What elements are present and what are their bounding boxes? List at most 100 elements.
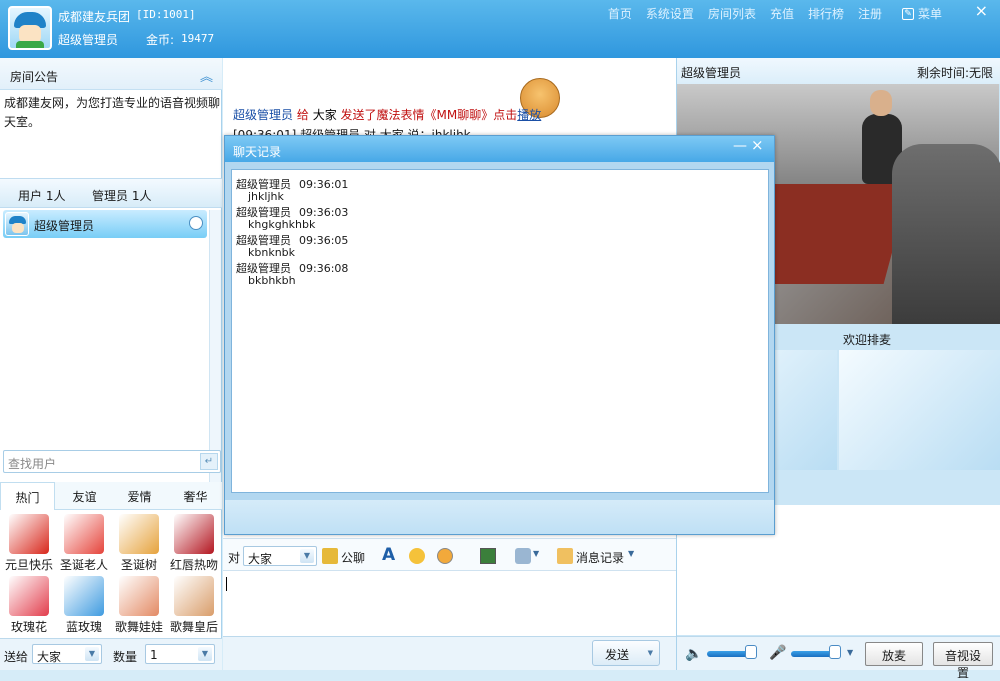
mic-queue-title: 欢迎排麦 (843, 333, 892, 347)
tab-users[interactable]: 用户 1人 (18, 187, 65, 204)
chevron-down-icon: ▼ (647, 649, 653, 657)
chevron-down-icon: ▼ (198, 647, 212, 661)
avatar (5, 212, 29, 236)
camera-icon (189, 216, 203, 230)
font-icon[interactable]: A (382, 545, 398, 565)
send-label: 发送 (605, 648, 630, 662)
close-dialog-button[interactable]: × (751, 136, 764, 154)
mic-queue-panel[interactable] (839, 350, 1000, 470)
to-label: 对 (228, 551, 241, 565)
tab-admins[interactable]: 管理员 1人 (92, 187, 151, 204)
send-bar: 发送 ▼ (223, 636, 676, 670)
record-message: bkbhkbh (248, 274, 296, 287)
dialog-title: 聊天记录 (233, 145, 282, 159)
dialog-footer (225, 500, 774, 534)
record-message: khgkghkhbk (248, 218, 316, 231)
chat-sender[interactable]: 超级管理员 (233, 108, 293, 122)
dialog-titlebar[interactable]: 聊天记录 — × (225, 136, 774, 162)
close-window-button[interactable]: × (975, 1, 988, 20)
gift-item[interactable]: 红唇热吻 (167, 514, 221, 573)
room-logo (8, 6, 52, 50)
gift-label: 元旦快乐 (4, 558, 53, 572)
quantity-select[interactable]: 1 ▼ (145, 644, 215, 664)
send-button[interactable]: 发送 ▼ (592, 640, 660, 666)
search-enter-icon[interactable]: ↵ (200, 453, 218, 470)
quick-reply-icon[interactable] (515, 548, 531, 564)
send-to-select[interactable]: 大家 ▼ (32, 644, 102, 664)
mic-knob[interactable] (829, 645, 841, 659)
gift-item[interactable]: 歌舞皇后 (167, 576, 221, 635)
gift-label: 歌舞娃娃 (114, 620, 163, 634)
gift-item[interactable]: 元旦快乐 (2, 514, 56, 573)
nav-home[interactable]: 首页 (608, 5, 632, 22)
gift-icon (9, 514, 49, 554)
gift-label: 玫瑰花 (10, 620, 47, 634)
history-list[interactable]: 超级管理员 09:36:01 jhkljhk 超级管理员 09:36:03 khgkghk… (231, 169, 769, 493)
gift-icon (119, 576, 159, 616)
tab-love[interactable]: 爱情 (112, 488, 167, 505)
chevron-down-icon[interactable]: ▼ (847, 648, 853, 657)
minimize-button[interactable]: — (733, 138, 747, 154)
speaker-icon[interactable]: 🔈 (685, 646, 702, 662)
chat-toolbar: 对 大家 ▼ 公聊 A ▼ 消息记录 ▼ (223, 538, 676, 571)
chevron-down-icon[interactable]: ▼ (628, 549, 634, 558)
search-user-field[interactable]: 查找用户 ↵ (3, 450, 221, 473)
public-chat-toggle[interactable]: 公聊 (341, 549, 365, 566)
group-name: 成都建友兵团 (58, 10, 131, 24)
nav-system-settings[interactable]: 系统设置 (646, 5, 694, 22)
left-panel: 房间公告 ︽ 成都建友网，为您打造专业的语音视频聊天室。 用户 1人 管理员 1… (0, 58, 222, 670)
microphone-icon[interactable]: 🎤 (769, 645, 786, 661)
send-to-label: 送给 (4, 650, 29, 664)
coins-value: 19477 (181, 32, 215, 45)
volume-knob[interactable] (745, 645, 757, 659)
coins-label: 金币: (146, 33, 175, 47)
menu-button[interactable]: ✎ 菜单 (901, 5, 942, 22)
quantity-label: 数量 (113, 650, 138, 664)
gift-item[interactable]: 圣诞树 (112, 514, 166, 573)
gift-item[interactable]: 蓝玫瑰 (57, 576, 111, 635)
gift-label: 圣诞树 (120, 558, 157, 572)
nav-register[interactable]: 注册 (858, 5, 882, 22)
play-link[interactable]: 播放 (517, 108, 541, 122)
gift-icon (9, 576, 49, 616)
gift-send-bar: 送给 大家 ▼ 数量 1 ▼ (0, 638, 222, 670)
gift-item[interactable]: 玫瑰花 (2, 576, 56, 635)
smiley-icon[interactable] (409, 548, 425, 564)
lock-icon[interactable] (322, 548, 338, 564)
tab-friendship[interactable]: 友谊 (57, 488, 112, 505)
message-input[interactable] (223, 572, 676, 636)
message-record-icon[interactable] (557, 548, 573, 564)
user-name: 超级管理员 (34, 219, 95, 233)
collapse-up-icon[interactable]: ︽ (200, 66, 213, 85)
user-list-item[interactable]: 超级管理员 (3, 210, 207, 238)
text-caret (226, 577, 227, 591)
chat-to-word: 给 (296, 108, 309, 122)
magic-emoji-button-icon[interactable] (437, 548, 453, 564)
release-mic-button[interactable]: 放麦 (865, 642, 923, 666)
notice-title: 房间公告 (10, 70, 59, 84)
tab-hot[interactable]: 热门 (0, 482, 55, 510)
message-record-button[interactable]: 消息记录 (576, 549, 624, 566)
gift-icon (64, 514, 104, 554)
gift-tabs: 热门 友谊 爱情 奢华 (0, 482, 222, 510)
chevron-down-icon[interactable]: ▼ (533, 549, 539, 558)
chat-history-dialog: 聊天记录 — × 超级管理员 09:36:01 jhkljhk 超级管理员 09:36:… (224, 135, 775, 535)
chat-target-select[interactable]: 大家 ▼ (243, 546, 317, 566)
search-placeholder: 查找用户 (8, 457, 57, 471)
chat-action: 发送了魔法表情《MM聊聊》点击 (340, 108, 518, 122)
record-time: 09:36:08 (299, 262, 349, 275)
record-time: 09:36:05 (299, 234, 349, 247)
av-settings-button[interactable]: 音视设置 (933, 642, 993, 680)
gift-item[interactable]: 圣诞老人 (57, 514, 111, 573)
image-icon[interactable] (480, 548, 496, 564)
room-id: [ID:1001] (136, 8, 196, 21)
nav-ranking[interactable]: 排行榜 (808, 5, 844, 22)
menu-label: 菜单 (917, 7, 942, 21)
user-role: 超级管理员 (58, 33, 119, 47)
gift-icon (174, 576, 214, 616)
tab-luxury[interactable]: 奢华 (168, 488, 223, 505)
nav-room-list[interactable]: 房间列表 (708, 5, 756, 22)
gift-item[interactable]: 歌舞娃娃 (112, 576, 166, 635)
record-message: kbnknbk (248, 246, 296, 259)
nav-recharge[interactable]: 充值 (770, 5, 794, 22)
